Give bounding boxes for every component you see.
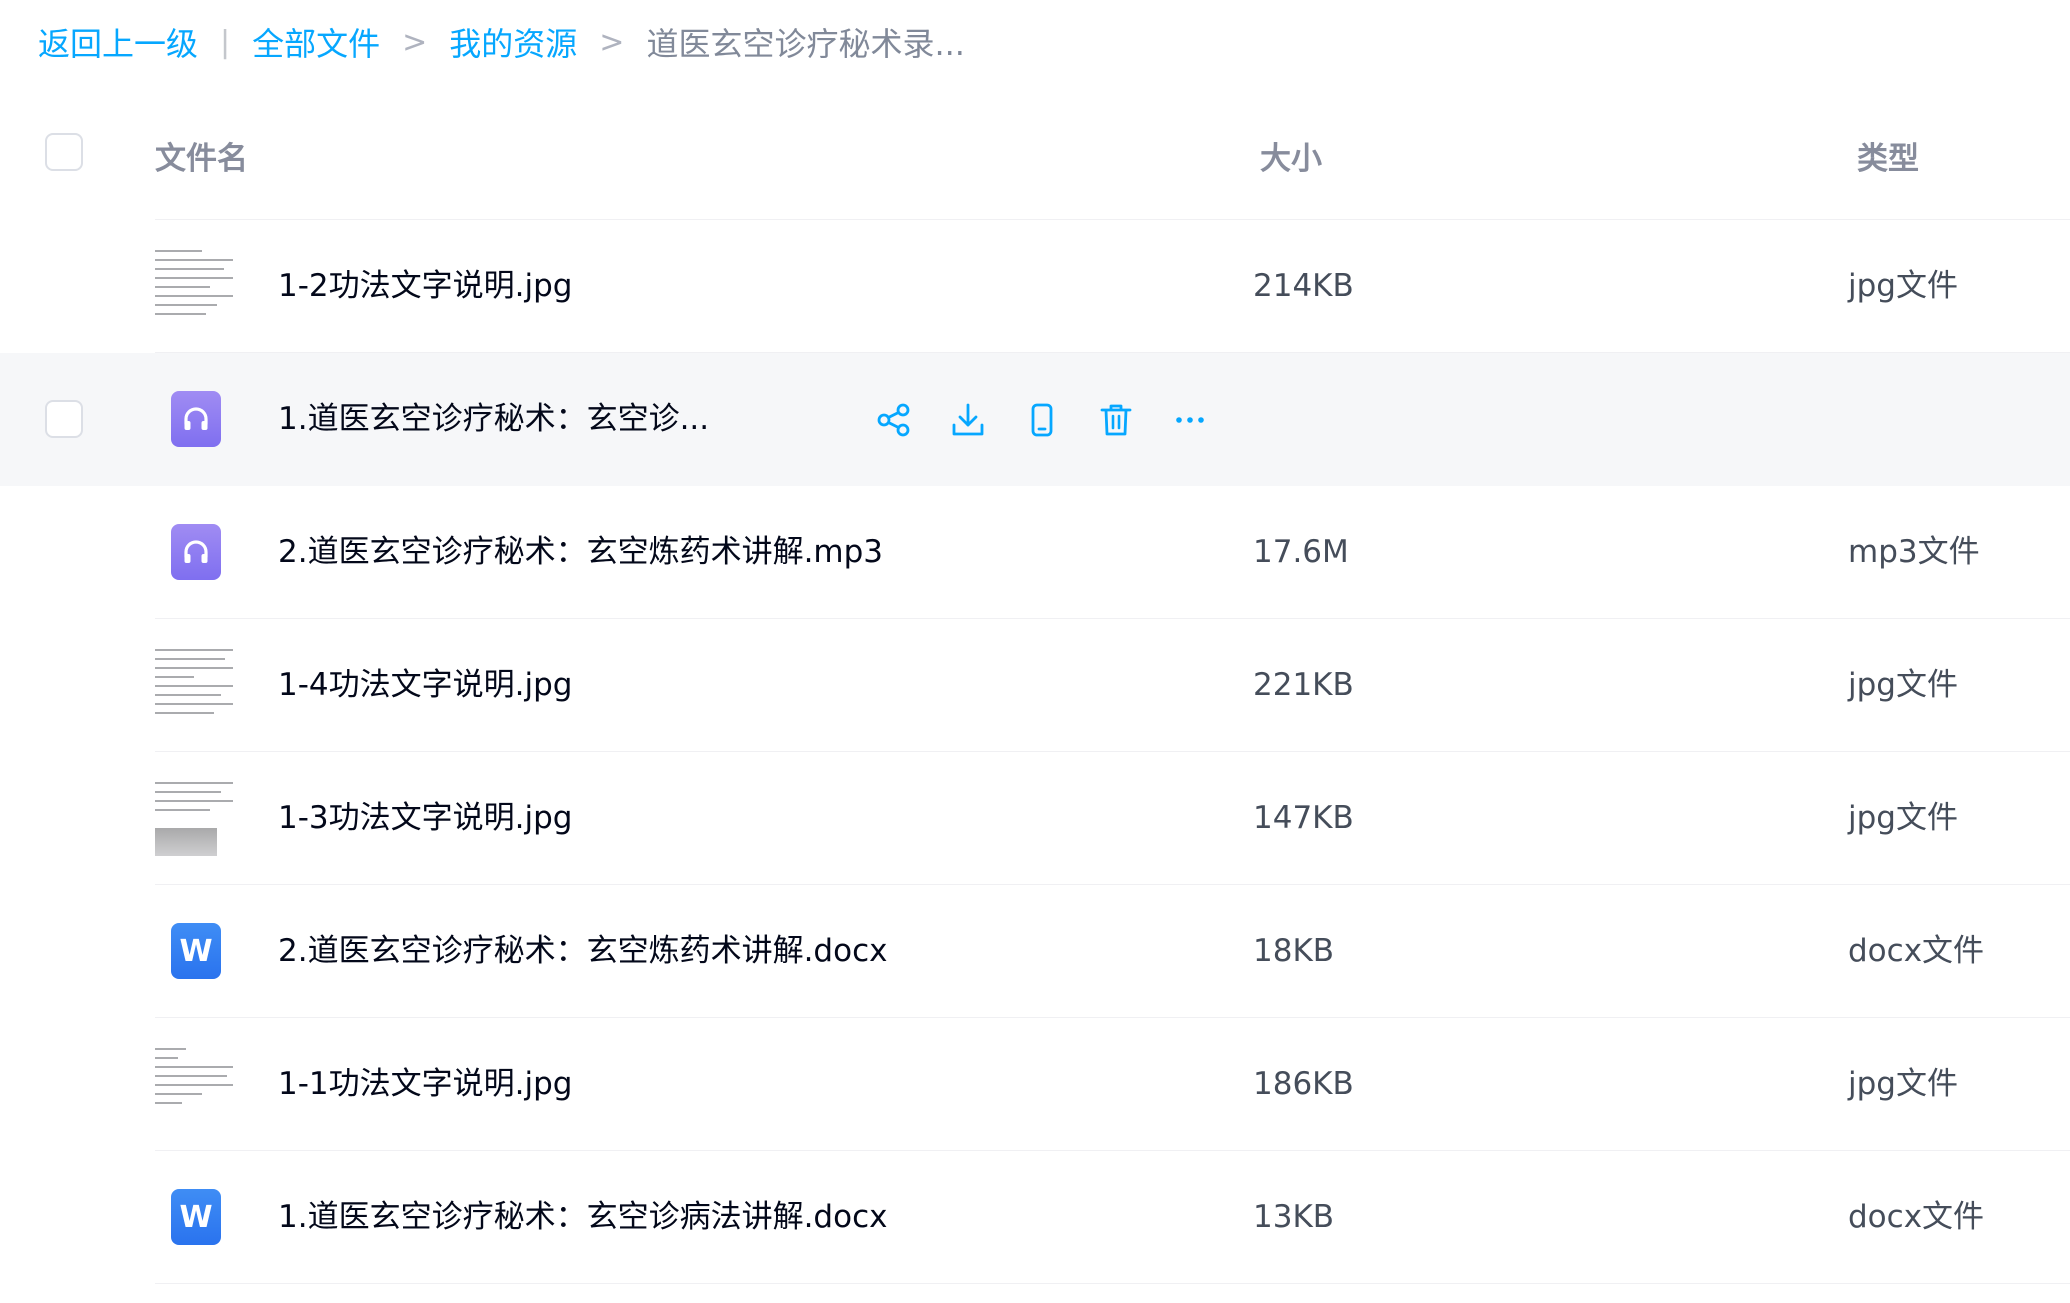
file-name[interactable]: 1-3功法文字说明.jpg [278, 752, 572, 885]
breadcrumb-divider: | [220, 24, 231, 60]
row-actions [872, 353, 1242, 486]
image-thumbnail-icon [155, 776, 235, 860]
table-row[interactable]: W 2.道医玄空诊疗秘术：玄空炼药术讲解.docx 18KB docx文件 [0, 885, 2070, 1018]
image-thumbnail-icon [155, 244, 235, 328]
column-header-type[interactable]: 类型 [1857, 133, 1919, 178]
table-row[interactable]: 1-2功法文字说明.jpg 214KB jpg文件 [0, 220, 2070, 353]
file-size: 214KB [1253, 268, 1354, 304]
file-size: 186KB [1253, 1066, 1354, 1102]
file-name[interactable]: 1-1功法文字说明.jpg [278, 1018, 572, 1151]
breadcrumb-separator: > [599, 24, 625, 60]
phone-icon[interactable] [1020, 398, 1064, 442]
file-size: 17.6M [1253, 534, 1349, 570]
table-row[interactable]: 1-4功法文字说明.jpg 221KB jpg文件 [0, 619, 2070, 752]
file-name[interactable]: 2.道医玄空诊疗秘术：玄空炼药术讲解.mp3 [278, 486, 883, 619]
column-header-name[interactable]: 文件名 [155, 133, 248, 178]
file-size: 18KB [1253, 933, 1335, 969]
table-row[interactable]: W 1.道医玄空诊疗秘术：玄空诊病法讲解.docx 13KB docx文件 [0, 1151, 2070, 1284]
row-divider [155, 1283, 2070, 1284]
table-row[interactable]: 1-3功法文字说明.jpg 147KB jpg文件 [0, 752, 2070, 885]
breadcrumb-my-resources[interactable]: 我的资源 [449, 19, 577, 65]
file-name[interactable]: 2.道医玄空诊疗秘术：玄空炼药术讲解.docx [278, 885, 887, 1018]
select-all-checkbox[interactable] [45, 133, 83, 171]
row-checkbox[interactable] [45, 400, 83, 438]
download-icon[interactable] [946, 398, 990, 442]
file-name[interactable]: 1.道医玄空诊疗秘术：玄空诊... [278, 353, 709, 486]
headphones-icon [184, 407, 208, 430]
word-icon: W [171, 1189, 221, 1245]
breadcrumb: 返回上一级 | 全部文件 > 我的资源 > 道医玄空诊疗秘术录... [38, 14, 965, 70]
more-icon[interactable] [1168, 398, 1212, 442]
headphones-icon [184, 540, 208, 563]
file-browser: 返回上一级 | 全部文件 > 我的资源 > 道医玄空诊疗秘术录... 文件名 大… [0, 0, 2070, 1303]
file-list: 1-2功法文字说明.jpg 214KB jpg文件 1.道医玄空诊疗秘术：玄空诊… [0, 220, 2070, 1284]
delete-icon[interactable] [1094, 398, 1138, 442]
file-name[interactable]: 1-4功法文字说明.jpg [278, 619, 572, 752]
file-type: jpg文件 [1848, 268, 1958, 304]
file-size: 221KB [1253, 667, 1354, 703]
file-name[interactable]: 1.道医玄空诊疗秘术：玄空诊病法讲解.docx [278, 1151, 887, 1284]
share-icon[interactable] [872, 398, 916, 442]
table-header: 文件名 大小 类型 [0, 105, 2070, 220]
file-type: docx文件 [1848, 933, 1985, 969]
image-thumbnail-icon [155, 1042, 235, 1126]
audio-icon [171, 524, 221, 580]
table-row[interactable]: 1.道医玄空诊疗秘术：玄空诊... [0, 353, 2070, 486]
breadcrumb-separator: > [402, 24, 428, 60]
breadcrumb-all-files[interactable]: 全部文件 [252, 19, 380, 65]
column-header-size[interactable]: 大小 [1260, 133, 1322, 178]
file-type: jpg文件 [1848, 667, 1958, 703]
file-name[interactable]: 1-2功法文字说明.jpg [278, 220, 572, 353]
audio-icon [171, 391, 221, 447]
file-type: jpg文件 [1848, 1066, 1958, 1102]
file-type: docx文件 [1848, 1199, 1985, 1235]
file-size: 147KB [1253, 800, 1354, 836]
table-row[interactable]: 1-1功法文字说明.jpg 186KB jpg文件 [0, 1018, 2070, 1151]
table-row[interactable]: 2.道医玄空诊疗秘术：玄空炼药术讲解.mp3 17.6M mp3文件 [0, 486, 2070, 619]
file-type: jpg文件 [1848, 800, 1958, 836]
back-link[interactable]: 返回上一级 [38, 19, 198, 65]
file-type: mp3文件 [1848, 534, 1980, 570]
word-icon: W [171, 923, 221, 979]
image-thumbnail-icon [155, 643, 235, 727]
breadcrumb-current-folder: 道医玄空诊疗秘术录... [646, 25, 965, 63]
file-size: 13KB [1253, 1199, 1335, 1235]
